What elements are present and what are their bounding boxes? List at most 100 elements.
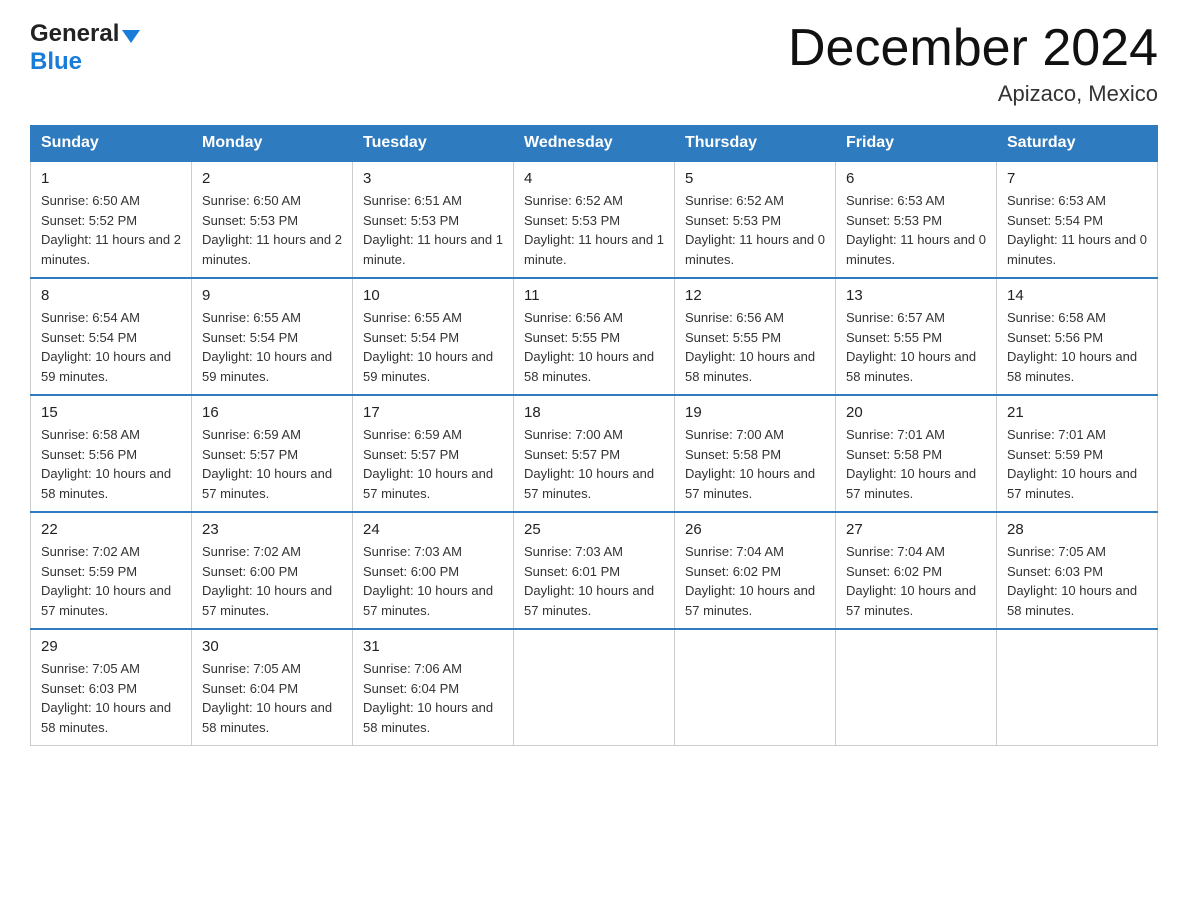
day-cell-23: 23 Sunrise: 7:02 AMSunset: 6:00 PMDaylig… — [192, 512, 353, 629]
day-info: Sunrise: 7:00 AMSunset: 5:57 PMDaylight:… — [524, 427, 654, 501]
day-info: Sunrise: 7:05 AMSunset: 6:03 PMDaylight:… — [1007, 544, 1137, 618]
day-info: Sunrise: 6:56 AMSunset: 5:55 PMDaylight:… — [685, 310, 815, 384]
day-cell-13: 13 Sunrise: 6:57 AMSunset: 5:55 PMDaylig… — [836, 278, 997, 395]
col-thursday: Thursday — [675, 126, 836, 162]
col-wednesday: Wednesday — [514, 126, 675, 162]
week-row-1: 1 Sunrise: 6:50 AMSunset: 5:52 PMDayligh… — [31, 161, 1158, 278]
day-info: Sunrise: 7:05 AMSunset: 6:03 PMDaylight:… — [41, 661, 171, 735]
day-cell-27: 27 Sunrise: 7:04 AMSunset: 6:02 PMDaylig… — [836, 512, 997, 629]
day-info: Sunrise: 6:57 AMSunset: 5:55 PMDaylight:… — [846, 310, 976, 384]
day-cell-18: 18 Sunrise: 7:00 AMSunset: 5:57 PMDaylig… — [514, 395, 675, 512]
day-info: Sunrise: 7:02 AMSunset: 6:00 PMDaylight:… — [202, 544, 332, 618]
day-cell-9: 9 Sunrise: 6:55 AMSunset: 5:54 PMDayligh… — [192, 278, 353, 395]
day-cell-20: 20 Sunrise: 7:01 AMSunset: 5:58 PMDaylig… — [836, 395, 997, 512]
day-number: 28 — [1007, 521, 1147, 538]
week-row-2: 8 Sunrise: 6:54 AMSunset: 5:54 PMDayligh… — [31, 278, 1158, 395]
day-cell-19: 19 Sunrise: 7:00 AMSunset: 5:58 PMDaylig… — [675, 395, 836, 512]
day-number: 12 — [685, 287, 825, 304]
day-info: Sunrise: 6:52 AMSunset: 5:53 PMDaylight:… — [524, 193, 664, 267]
day-number: 10 — [363, 287, 503, 304]
day-info: Sunrise: 6:54 AMSunset: 5:54 PMDaylight:… — [41, 310, 171, 384]
day-number: 29 — [41, 638, 181, 655]
day-cell-31: 31 Sunrise: 7:06 AMSunset: 6:04 PMDaylig… — [353, 629, 514, 746]
day-number: 26 — [685, 521, 825, 538]
day-number: 6 — [846, 170, 986, 187]
day-info: Sunrise: 7:02 AMSunset: 5:59 PMDaylight:… — [41, 544, 171, 618]
day-cell-30: 30 Sunrise: 7:05 AMSunset: 6:04 PMDaylig… — [192, 629, 353, 746]
day-cell-4: 4 Sunrise: 6:52 AMSunset: 5:53 PMDayligh… — [514, 161, 675, 278]
day-cell-11: 11 Sunrise: 6:56 AMSunset: 5:55 PMDaylig… — [514, 278, 675, 395]
title-area: December 2024 Apizaco, Mexico — [788, 20, 1158, 107]
day-number: 4 — [524, 170, 664, 187]
day-cell-28: 28 Sunrise: 7:05 AMSunset: 6:03 PMDaylig… — [997, 512, 1158, 629]
day-info: Sunrise: 7:03 AMSunset: 6:00 PMDaylight:… — [363, 544, 493, 618]
day-cell-24: 24 Sunrise: 7:03 AMSunset: 6:00 PMDaylig… — [353, 512, 514, 629]
day-number: 25 — [524, 521, 664, 538]
col-tuesday: Tuesday — [353, 126, 514, 162]
day-cell-22: 22 Sunrise: 7:02 AMSunset: 5:59 PMDaylig… — [31, 512, 192, 629]
day-cell-25: 25 Sunrise: 7:03 AMSunset: 6:01 PMDaylig… — [514, 512, 675, 629]
day-number: 7 — [1007, 170, 1147, 187]
day-cell-15: 15 Sunrise: 6:58 AMSunset: 5:56 PMDaylig… — [31, 395, 192, 512]
day-info: Sunrise: 6:53 AMSunset: 5:53 PMDaylight:… — [846, 193, 986, 267]
day-cell-16: 16 Sunrise: 6:59 AMSunset: 5:57 PMDaylig… — [192, 395, 353, 512]
day-cell-17: 17 Sunrise: 6:59 AMSunset: 5:57 PMDaylig… — [353, 395, 514, 512]
empty-cell-w4-d3 — [514, 629, 675, 746]
empty-cell-w4-d6 — [997, 629, 1158, 746]
day-cell-14: 14 Sunrise: 6:58 AMSunset: 5:56 PMDaylig… — [997, 278, 1158, 395]
day-cell-29: 29 Sunrise: 7:05 AMSunset: 6:03 PMDaylig… — [31, 629, 192, 746]
day-number: 13 — [846, 287, 986, 304]
month-title: December 2024 — [788, 20, 1158, 77]
logo-general-text: General — [30, 20, 119, 48]
day-number: 22 — [41, 521, 181, 538]
day-cell-21: 21 Sunrise: 7:01 AMSunset: 5:59 PMDaylig… — [997, 395, 1158, 512]
day-cell-5: 5 Sunrise: 6:52 AMSunset: 5:53 PMDayligh… — [675, 161, 836, 278]
day-info: Sunrise: 6:58 AMSunset: 5:56 PMDaylight:… — [41, 427, 171, 501]
day-number: 15 — [41, 404, 181, 421]
calendar-table: Sunday Monday Tuesday Wednesday Thursday… — [30, 125, 1158, 746]
day-info: Sunrise: 6:58 AMSunset: 5:56 PMDaylight:… — [1007, 310, 1137, 384]
day-info: Sunrise: 7:01 AMSunset: 5:58 PMDaylight:… — [846, 427, 976, 501]
day-info: Sunrise: 6:59 AMSunset: 5:57 PMDaylight:… — [202, 427, 332, 501]
day-info: Sunrise: 6:50 AMSunset: 5:53 PMDaylight:… — [202, 193, 342, 267]
day-info: Sunrise: 6:53 AMSunset: 5:54 PMDaylight:… — [1007, 193, 1147, 267]
empty-cell-w4-d4 — [675, 629, 836, 746]
day-cell-10: 10 Sunrise: 6:55 AMSunset: 5:54 PMDaylig… — [353, 278, 514, 395]
day-info: Sunrise: 7:01 AMSunset: 5:59 PMDaylight:… — [1007, 427, 1137, 501]
day-info: Sunrise: 7:04 AMSunset: 6:02 PMDaylight:… — [685, 544, 815, 618]
day-number: 14 — [1007, 287, 1147, 304]
day-cell-26: 26 Sunrise: 7:04 AMSunset: 6:02 PMDaylig… — [675, 512, 836, 629]
calendar-header-row: Sunday Monday Tuesday Wednesday Thursday… — [31, 126, 1158, 162]
day-number: 8 — [41, 287, 181, 304]
day-info: Sunrise: 7:03 AMSunset: 6:01 PMDaylight:… — [524, 544, 654, 618]
day-number: 5 — [685, 170, 825, 187]
day-number: 24 — [363, 521, 503, 538]
day-number: 20 — [846, 404, 986, 421]
logo-arrow-icon — [122, 30, 140, 43]
day-cell-2: 2 Sunrise: 6:50 AMSunset: 5:53 PMDayligh… — [192, 161, 353, 278]
day-info: Sunrise: 6:56 AMSunset: 5:55 PMDaylight:… — [524, 310, 654, 384]
day-info: Sunrise: 6:55 AMSunset: 5:54 PMDaylight:… — [202, 310, 332, 384]
day-number: 31 — [363, 638, 503, 655]
empty-cell-w4-d5 — [836, 629, 997, 746]
week-row-4: 22 Sunrise: 7:02 AMSunset: 5:59 PMDaylig… — [31, 512, 1158, 629]
day-number: 19 — [685, 404, 825, 421]
day-info: Sunrise: 6:50 AMSunset: 5:52 PMDaylight:… — [41, 193, 181, 267]
day-number: 17 — [363, 404, 503, 421]
day-number: 11 — [524, 287, 664, 304]
day-number: 2 — [202, 170, 342, 187]
day-cell-3: 3 Sunrise: 6:51 AMSunset: 5:53 PMDayligh… — [353, 161, 514, 278]
day-info: Sunrise: 7:04 AMSunset: 6:02 PMDaylight:… — [846, 544, 976, 618]
day-number: 30 — [202, 638, 342, 655]
week-row-5: 29 Sunrise: 7:05 AMSunset: 6:03 PMDaylig… — [31, 629, 1158, 746]
day-number: 16 — [202, 404, 342, 421]
day-number: 21 — [1007, 404, 1147, 421]
day-info: Sunrise: 6:51 AMSunset: 5:53 PMDaylight:… — [363, 193, 503, 267]
day-cell-6: 6 Sunrise: 6:53 AMSunset: 5:53 PMDayligh… — [836, 161, 997, 278]
col-sunday: Sunday — [31, 126, 192, 162]
day-number: 1 — [41, 170, 181, 187]
day-cell-7: 7 Sunrise: 6:53 AMSunset: 5:54 PMDayligh… — [997, 161, 1158, 278]
day-number: 18 — [524, 404, 664, 421]
day-number: 9 — [202, 287, 342, 304]
day-number: 27 — [846, 521, 986, 538]
